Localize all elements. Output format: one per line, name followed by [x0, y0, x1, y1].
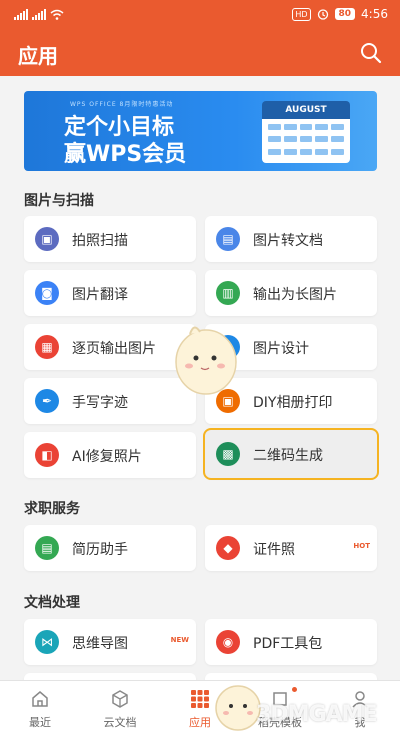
clock: 4:56: [361, 7, 388, 21]
banner-line2: 赢WPS会员: [64, 142, 187, 167]
battery-icon: 80: [334, 8, 356, 20]
tool-image-translate[interactable]: ◙ 图片翻译: [24, 270, 196, 316]
page-image-icon: ▦: [35, 335, 59, 359]
resume-icon: ▤: [35, 536, 59, 560]
tool-label: PDF工具包: [253, 636, 323, 652]
search-icon[interactable]: [360, 42, 382, 64]
image-to-doc-icon: ▤: [216, 227, 240, 251]
tool-long-image[interactable]: ▥ 输出为长图片: [205, 270, 377, 316]
long-image-icon: ▥: [216, 281, 240, 305]
image-translate-icon: ◙: [35, 281, 59, 305]
app-bar: 应用: [0, 30, 400, 76]
calendar-month: AUGUST: [262, 101, 350, 119]
alarm-icon: [317, 9, 328, 20]
tool-ai-repair[interactable]: ◧ AI修复照片: [24, 432, 196, 478]
hd-badge: HD: [292, 7, 311, 21]
tool-label: 手写字迹: [72, 395, 128, 411]
tab-label: 云文档: [103, 716, 137, 729]
tool-label: 思维导图: [72, 636, 128, 652]
tool-resume[interactable]: ▤ 简历助手: [24, 525, 196, 571]
wifi-icon: [50, 9, 64, 20]
tool-mindmap[interactable]: ⋈ 思维导图 NEW: [24, 619, 196, 665]
notification-dot: [292, 687, 297, 692]
tool-label: DIY相册打印: [253, 395, 333, 411]
tool-label: 拍照扫描: [72, 233, 128, 249]
tool-image-to-doc[interactable]: ▤ 图片转文档: [205, 216, 377, 262]
watermark-text: 3DMGAME: [256, 702, 377, 727]
tool-label: AI修复照片: [72, 449, 142, 465]
tool-label: 二维码生成: [253, 448, 323, 464]
pdf-toolkit-icon: ◉: [216, 630, 240, 654]
tool-partial-row[interactable]: [24, 673, 196, 680]
new-badge: NEW: [170, 636, 189, 644]
signal-indicators: [14, 9, 64, 20]
banner-tag: WPS OFFICE 8月限时特惠活动: [70, 101, 174, 108]
tool-label: 图片翻译: [72, 287, 128, 303]
status-bar: HD 80 4:56: [0, 0, 400, 30]
apps-grid-icon: [191, 690, 209, 708]
tool-label: 输出为长图片: [253, 287, 337, 303]
qrcode-icon: ▩: [216, 442, 240, 466]
signal-icon-2: [32, 9, 46, 20]
mascot-illustration: [175, 326, 237, 395]
ai-repair-icon: ◧: [35, 443, 59, 467]
id-photo-icon: ◆: [216, 536, 240, 560]
tool-id-photo[interactable]: ◆ 证件照 HOT: [205, 525, 377, 571]
page-title: 应用: [18, 44, 58, 68]
tool-label: 简历助手: [72, 542, 128, 558]
tool-label: 逐页输出图片: [72, 341, 156, 357]
tab-recent[interactable]: 最近: [0, 681, 80, 732]
camera-scan-icon: ▣: [35, 227, 59, 251]
tool-label: 证件照: [253, 542, 295, 558]
tab-label: 最近: [29, 716, 51, 729]
tool-photo-scan[interactable]: ▣ 拍照扫描: [24, 216, 196, 262]
section-title-image-scan: 图片与扫描: [24, 193, 94, 209]
mindmap-icon: ⋈: [35, 630, 59, 654]
section-title-job: 求职服务: [24, 501, 80, 517]
promo-banner[interactable]: WPS OFFICE 8月限时特惠活动 定个小目标 赢WPS会员 AUGUST: [24, 91, 377, 171]
cloud-doc-icon: [112, 690, 128, 708]
tab-cloud-doc[interactable]: 云文档: [80, 681, 160, 732]
hot-badge: HOT: [353, 542, 370, 550]
handwriting-icon: ✒: [35, 389, 59, 413]
calendar-icon: AUGUST: [262, 101, 350, 163]
tool-label: 图片转文档: [253, 233, 323, 249]
signal-icon: [14, 9, 28, 20]
tool-qrcode[interactable]: ▩ 二维码生成: [203, 428, 379, 480]
section-title-docs: 文档处理: [24, 595, 80, 611]
tool-label: 图片设计: [253, 341, 309, 357]
tool-pdf-toolkit[interactable]: ◉ PDF工具包: [205, 619, 377, 665]
home-icon: [32, 691, 48, 707]
